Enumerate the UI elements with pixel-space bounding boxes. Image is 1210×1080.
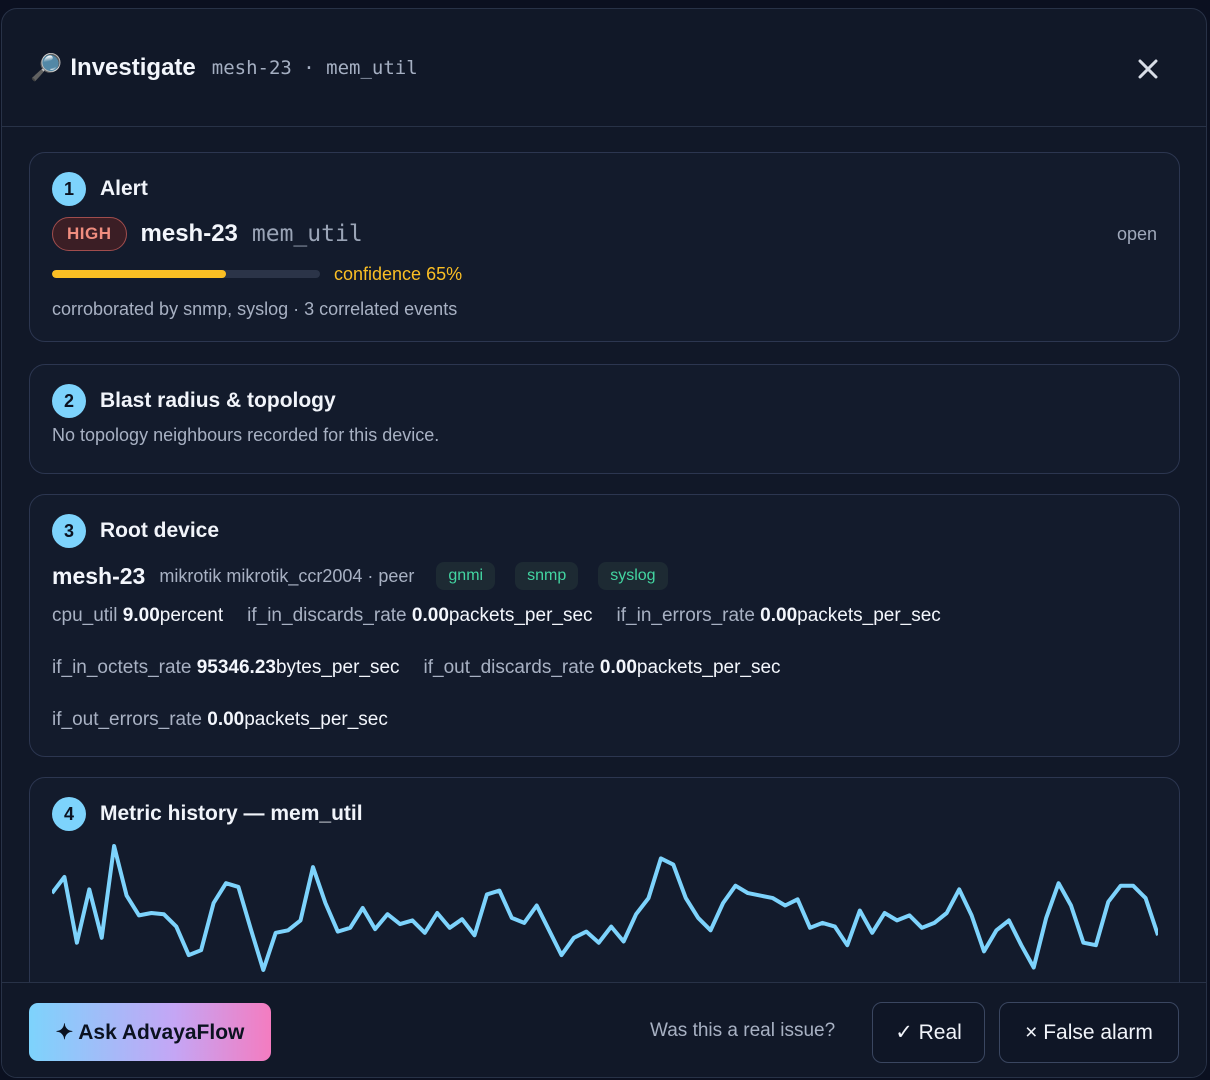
card-title: Metric history — mem_util	[100, 802, 363, 825]
severity-badge: HIGH	[52, 217, 127, 251]
metric-item: if_in_discards_rate 0.00packets_per_sec	[247, 605, 593, 626]
real-button[interactable]: ✓ Real	[872, 1002, 985, 1063]
alert-card: 1 Alert HIGH mesh-23 mem_util open confi…	[29, 152, 1180, 342]
source-tag: syslog	[598, 562, 668, 590]
card-title: Root device	[100, 519, 220, 542]
metric-item: if_in_octets_rate 95346.23bytes_per_sec	[52, 657, 400, 678]
alert-status: open	[1116, 223, 1157, 244]
close-icon[interactable]	[1134, 55, 1162, 83]
false-alarm-button[interactable]: × False alarm	[999, 1002, 1179, 1063]
footer-bar: ✦ Ask AdvayaFlow Was this a real issue? …	[2, 982, 1206, 1077]
step-number: 4	[52, 797, 86, 831]
step-number: 2	[52, 384, 86, 418]
source-tag: snmp	[515, 562, 579, 590]
step-number: 1	[52, 172, 86, 206]
metric-item: cpu_util 9.00percent	[52, 605, 224, 626]
confidence-label: confidence 65%	[334, 263, 463, 284]
alert-device: mesh-23	[140, 220, 238, 247]
root-device-description: mikrotik mikrotik_ccr2004 · peer	[159, 565, 415, 586]
blast-radius-card: 2 Blast radius & topology No topology ne…	[29, 364, 1180, 474]
metric-history-card: 4 Metric history — mem_util	[29, 777, 1180, 982]
alert-metric: mem_util	[251, 221, 363, 247]
modal-subtitle: mesh-23 · mem_util	[211, 56, 418, 79]
root-device-name: mesh-23	[52, 562, 146, 589]
root-device-card: 3 Root device mesh-23 mikrotik mikrotik_…	[29, 494, 1180, 757]
step-number: 3	[52, 514, 86, 548]
card-title: Alert	[100, 177, 148, 200]
investigate-modal: 🔎 Investigate mesh-23 · mem_util 1 Alert…	[1, 8, 1207, 1078]
metric-item: if_in_errors_rate 0.00packets_per_sec	[616, 605, 941, 626]
feedback-question: Was this a real issue?	[650, 1020, 836, 1041]
ask-advayaflow-button[interactable]: ✦ Ask AdvayaFlow	[29, 1003, 271, 1061]
modal-header: 🔎 Investigate mesh-23 · mem_util	[2, 9, 1206, 127]
metric-history-chart	[50, 844, 1160, 972]
modal-body[interactable]: 1 Alert HIGH mesh-23 mem_util open confi…	[2, 128, 1206, 982]
mem-util-series-line	[50, 844, 1160, 972]
magnifier-icon: 🔎	[30, 52, 63, 82]
corroboration-text: corroborated by snmp, syslog · 3 correla…	[52, 299, 458, 319]
confidence-bar	[52, 270, 320, 278]
source-tag: gnmi	[436, 562, 496, 590]
card-title: Blast radius & topology	[100, 389, 336, 412]
confidence-bar-fill	[52, 270, 227, 278]
modal-title: Investigate	[70, 53, 196, 81]
metric-list: cpu_util 9.00percent if_in_discards_rate…	[52, 601, 1157, 757]
metric-item: if_out_discards_rate 0.00packets_per_sec	[423, 657, 781, 678]
metric-item: if_out_errors_rate 0.00packets_per_sec	[52, 709, 388, 730]
topology-message: No topology neighbours recorded for this…	[52, 425, 440, 445]
